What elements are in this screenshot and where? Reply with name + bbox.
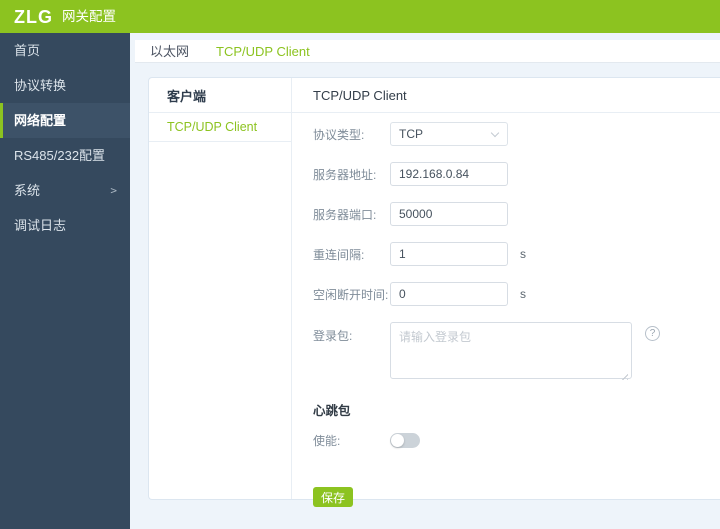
server-address-label: 服务器地址: [313, 167, 377, 182]
reconnect-interval-input[interactable] [390, 242, 508, 266]
server-address-row: 服务器地址: [313, 162, 720, 186]
idle-disconnect-label: 空闲断开时间: [313, 287, 389, 302]
tab-tcp-udp-client[interactable]: TCP/UDP Client [216, 40, 310, 63]
login-packet-row: 登录包: ? [313, 322, 720, 384]
client-list-item-tcp-udp[interactable]: TCP/UDP Client [149, 113, 291, 142]
tab-ethernet[interactable]: 以太网 [150, 40, 189, 63]
zlg-logo: ZLG [14, 6, 53, 27]
heartbeat-section-title: 心跳包 [313, 404, 351, 418]
client-section-header: 客户端 [149, 78, 292, 112]
protocol-type-select[interactable]: TCP [390, 122, 508, 146]
save-button[interactable]: 保存 [313, 487, 353, 507]
enable-toggle[interactable] [390, 433, 420, 448]
sidebar-item-label: 系统 [14, 183, 41, 198]
toggle-knob [391, 434, 404, 447]
submenu-arrow-icon: > [110, 184, 117, 197]
top-header-bar: ZLG 网关配置 [0, 0, 720, 33]
help-icon[interactable]: ? [645, 326, 660, 341]
reconnect-interval-row: 重连间隔: s [313, 242, 720, 266]
panel-body: TCP/UDP Client 协议类型: TCP 服务器地址: 服务器端口: [149, 113, 720, 507]
protocol-type-value: TCP [399, 127, 423, 141]
sidebar-item-rs485-232-config[interactable]: RS485/232配置 [0, 138, 130, 173]
page-title: TCP/UDP Client [313, 87, 407, 103]
server-port-input[interactable] [390, 202, 508, 226]
sidebar-nav: 首页 协议转换 网络配置 RS485/232配置 系统 > 调试日志 [0, 33, 130, 529]
enable-label: 使能: [313, 434, 341, 448]
server-port-label: 服务器端口: [313, 207, 377, 222]
main-content: 以太网 TCP/UDP Client 客户端 TCP/UDP Client TC… [130, 33, 720, 529]
sidebar-item-network-config[interactable]: 网络配置 [0, 103, 130, 138]
sidebar-item-protocol-conversion[interactable]: 协议转换 [0, 68, 130, 103]
enable-row: 使能: [313, 432, 720, 449]
settings-form: 协议类型: TCP 服务器地址: 服务器端口: 重连间隔: [292, 113, 720, 507]
sidebar-item-home[interactable]: 首页 [0, 33, 130, 68]
server-address-input[interactable] [390, 162, 508, 186]
sidebar-item-debug-log[interactable]: 调试日志 [0, 208, 130, 243]
login-packet-textarea[interactable] [390, 322, 632, 379]
tab-bar: 以太网 TCP/UDP Client [135, 40, 720, 63]
idle-disconnect-input[interactable] [390, 282, 508, 306]
idle-disconnect-unit: s [520, 287, 526, 301]
server-port-row: 服务器端口: [313, 202, 720, 226]
protocol-type-label: 协议类型: [313, 127, 365, 142]
app-title: 网关配置 [62, 8, 116, 24]
login-packet-textarea-wrap [390, 322, 632, 384]
panel-header: 客户端 TCP/UDP Client [149, 78, 720, 113]
idle-disconnect-row: 空闲断开时间: s [313, 282, 720, 306]
client-list: TCP/UDP Client [149, 113, 292, 499]
login-packet-label: 登录包: [313, 329, 353, 343]
config-panel: 客户端 TCP/UDP Client TCP/UDP Client 协议类型: … [148, 77, 720, 507]
sidebar-item-system[interactable]: 系统 > [0, 173, 130, 208]
reconnect-interval-unit: s [520, 247, 526, 261]
reconnect-interval-label: 重连间隔: [313, 247, 365, 262]
protocol-type-row: 协议类型: TCP [313, 122, 720, 146]
chevron-down-icon [490, 128, 500, 138]
